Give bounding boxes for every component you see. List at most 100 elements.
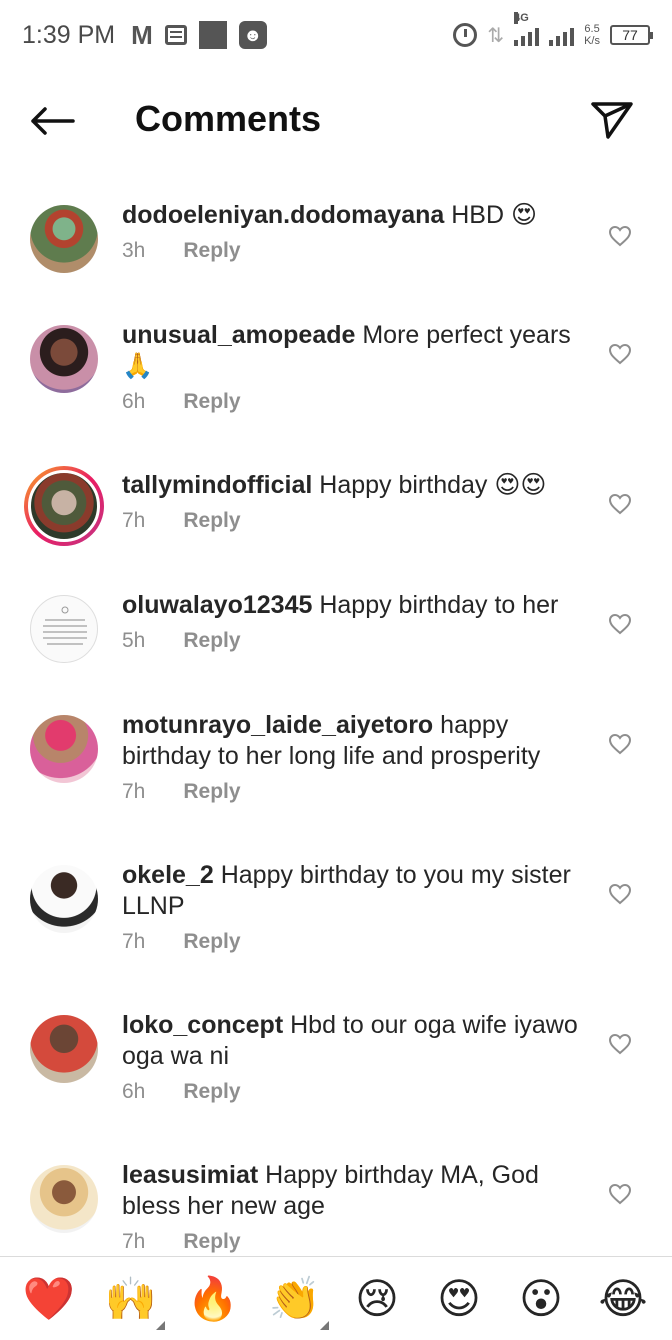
comment-time: 5h	[122, 629, 146, 652]
network-type: 4G	[514, 12, 529, 24]
comments-list: dodoeleniyan.dodomayana HBD 😍 3h Reply u…	[0, 190, 672, 1256]
avatar[interactable]	[30, 1165, 98, 1233]
comment-body: motunrayo_laide_aiyetoro happy birthday …	[122, 710, 592, 804]
snapchat-icon: ☻	[238, 21, 267, 49]
comment-meta: 6h Reply	[122, 1080, 592, 1104]
like-button[interactable]	[606, 610, 634, 638]
like-button[interactable]	[606, 222, 634, 250]
comment-item: loko_concept Hbd to our oga wife iyawo o…	[0, 1000, 672, 1150]
comment-username[interactable]: dodoeleniyan.dodomayana	[122, 201, 444, 229]
comment-body: dodoeleniyan.dodomayana HBD 😍 3h Reply	[122, 200, 592, 263]
comment-body: loko_concept Hbd to our oga wife iyawo o…	[122, 1010, 592, 1104]
comment-body: leasusimiat Happy birthday MA, God bless…	[122, 1160, 592, 1254]
heart-icon	[608, 613, 632, 635]
quote-image-icon	[43, 606, 87, 645]
like-button[interactable]	[606, 340, 634, 368]
emoji-clapping-hands[interactable]: 👏	[265, 1274, 329, 1330]
emoji-surprised-face[interactable]: 😮	[511, 1274, 571, 1323]
comment-time: 7h	[122, 930, 146, 953]
avatar[interactable]	[30, 715, 98, 783]
battery-icon: 77	[610, 25, 653, 45]
comment-body: okele_2 Happy birthday to you my sister …	[122, 860, 592, 954]
status-time: 1:39 PM	[22, 20, 116, 49]
signal-bars-icon	[549, 24, 575, 46]
emoji-fire[interactable]: 🔥	[183, 1274, 243, 1324]
comment-time: 3h	[122, 239, 146, 262]
like-button[interactable]	[606, 880, 634, 908]
comment-username[interactable]: loko_concept	[122, 1011, 283, 1039]
send-icon	[591, 102, 633, 139]
comment-meta: 7h Reply	[122, 1230, 592, 1254]
avatar[interactable]	[30, 595, 98, 663]
like-button[interactable]	[606, 1180, 634, 1208]
like-button[interactable]	[606, 490, 634, 518]
comment-username[interactable]: leasusimiat	[122, 1161, 258, 1189]
avatar-image	[28, 470, 100, 542]
like-button[interactable]	[606, 1030, 634, 1058]
reply-button[interactable]: Reply	[183, 390, 240, 414]
heart-icon	[608, 225, 632, 247]
reply-button[interactable]: Reply	[183, 1080, 240, 1104]
alarm-icon	[453, 23, 478, 47]
reply-button[interactable]: Reply	[183, 239, 240, 263]
status-right: ⇅ 4G 6.5 K/s 77	[453, 12, 653, 48]
emoji-red-heart[interactable]: ❤️	[19, 1274, 79, 1324]
avatar[interactable]	[30, 325, 98, 393]
comment-meta: 7h Reply	[122, 780, 592, 804]
screen: 1:39 PM M ☻ ⇅ 4G 6.5 K/s 77 Comments dod…	[0, 0, 672, 1340]
emoji-joy-face[interactable]: 😂	[593, 1274, 653, 1323]
heart-icon	[608, 1033, 632, 1055]
avatar-with-story[interactable]	[24, 466, 104, 546]
status-bar: 1:39 PM M ☻ ⇅ 4G 6.5 K/s 77	[0, 0, 672, 70]
emoji-quick-bar: ❤️ 🙌 🔥 👏 😢 😍 😮 😂	[0, 1256, 672, 1340]
like-button[interactable]	[606, 730, 634, 758]
heart-icon	[608, 1183, 632, 1205]
comment-username[interactable]: oluwalayo12345	[122, 591, 312, 619]
comment-username[interactable]: unusual_amopeade	[122, 321, 355, 349]
app-notification-icon	[198, 21, 227, 49]
heart-icon	[608, 343, 632, 365]
emoji-raising-hands[interactable]: 🙌	[101, 1274, 165, 1330]
back-button[interactable]	[28, 100, 76, 142]
comment-text: dodoeleniyan.dodomayana HBD 😍	[122, 200, 592, 231]
status-left: 1:39 PM M ☻	[22, 20, 267, 51]
reply-button[interactable]: Reply	[183, 780, 240, 804]
comment-text: tallymindofficial Happy birthday 😍😍	[122, 470, 592, 501]
comment-time: 7h	[122, 780, 146, 803]
comment-text: loko_concept Hbd to our oga wife iyawo o…	[122, 1010, 592, 1072]
avatar[interactable]	[30, 205, 98, 273]
comment-body: oluwalayo12345 Happy birthday to her 5h …	[122, 590, 592, 653]
heart-icon	[608, 733, 632, 755]
reply-button[interactable]: Reply	[183, 509, 240, 533]
comment-time: 7h	[122, 1230, 146, 1253]
comment-item: leasusimiat Happy birthday MA, God bless…	[0, 1150, 672, 1256]
comment-time: 6h	[122, 1080, 146, 1103]
network-speed-value: 6.5	[584, 23, 600, 35]
gmail-icon: M	[131, 19, 153, 50]
avatar[interactable]	[30, 1015, 98, 1083]
emoji-crying-face[interactable]: 😢	[347, 1274, 407, 1323]
reply-button[interactable]: Reply	[183, 629, 240, 653]
reply-button[interactable]: Reply	[183, 1230, 240, 1254]
header: Comments	[0, 80, 672, 160]
network-speed: 6.5 K/s	[584, 23, 600, 47]
comment-text: oluwalayo12345 Happy birthday to her	[122, 590, 592, 621]
comment-text: motunrayo_laide_aiyetoro happy birthday …	[122, 710, 592, 772]
comment-time: 6h	[122, 390, 146, 413]
page-title: Comments	[135, 98, 322, 139]
avatar[interactable]	[30, 865, 98, 933]
comment-item: dodoeleniyan.dodomayana HBD 😍 3h Reply	[0, 190, 672, 310]
comment-time: 7h	[122, 509, 146, 532]
comment-meta: 3h Reply	[122, 239, 592, 263]
reply-button[interactable]: Reply	[183, 930, 240, 954]
comment-meta: 5h Reply	[122, 629, 592, 653]
share-button[interactable]	[588, 96, 636, 144]
comment-username[interactable]: motunrayo_laide_aiyetoro	[122, 711, 433, 739]
back-arrow-icon	[31, 107, 75, 135]
comment-username[interactable]: tallymindofficial	[122, 471, 312, 499]
emoji-heart-eyes[interactable]: 😍	[429, 1274, 489, 1323]
comment-username[interactable]: okele_2	[122, 861, 214, 889]
data-transfer-icon: ⇅	[487, 24, 505, 47]
network-speed-unit: K/s	[584, 35, 600, 47]
comment-message: Happy birthday to her	[319, 591, 559, 619]
